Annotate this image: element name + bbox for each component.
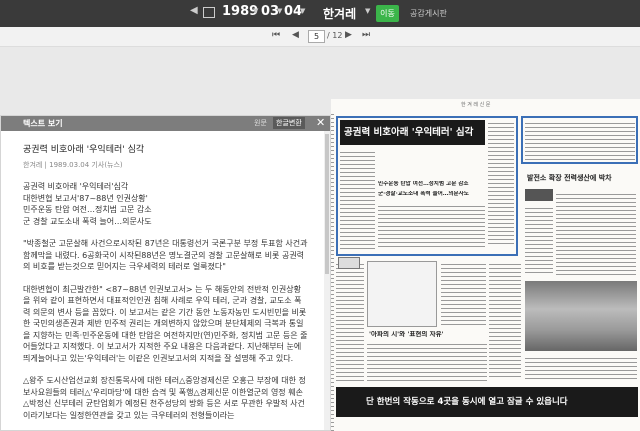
main-headline: 공권력 비호아래 '우익테러' 심각: [340, 120, 485, 145]
right-column-text: [525, 120, 635, 160]
calendar-icon[interactable]: [203, 7, 215, 18]
article-title: 공권력 비호아래 '우익테러' 심각: [23, 145, 145, 155]
text-view-title: 텍스트 보기: [23, 119, 63, 128]
chevron-down-icon: ▼: [365, 7, 371, 15]
article-subhead-1: 민주운동 탄압 여전…정치범 고문 감소: [378, 181, 469, 187]
lead-line: 군 경찰 교도소내 폭력 늘어…의문사도: [23, 216, 152, 226]
page-number-input[interactable]: 5: [308, 30, 325, 43]
cartoon-headline: '아파의 시'와 '표현의 자유': [369, 331, 444, 337]
article-paragraph: "박종철군 고문살해 사건으로시작된 87년은 대통령선거 국론구분 부정 투표…: [23, 239, 308, 271]
lead-line: 민주운동 탄압 여전…정치범 고문 감소: [23, 205, 152, 214]
side-article-logo-image: [525, 189, 553, 201]
last-page-icon[interactable]: ⏭: [362, 30, 370, 40]
next-page-icon[interactable]: ▶: [345, 30, 352, 40]
article-body-text: [378, 203, 485, 249]
chevron-down-icon: ▼: [277, 7, 283, 15]
side-headline: 발전소 확장 전력생산에 박차: [527, 174, 612, 182]
article-paragraph: △왕주 도시산업선교회 장진통목사에 대한 테러△중앙경제신문 오홍근 부장에 …: [23, 376, 306, 420]
side-article-text-left: [525, 205, 553, 276]
page-navigation-bar: ⏮ ◀ 5 / 12 ▶ ⏭: [0, 27, 640, 47]
newspaper-page-image[interactable]: 한 겨 레 신 문 공권력 비호아래 '우익테러' 심각 민주운동 탄압 여전……: [331, 99, 640, 431]
original-text-button[interactable]: 원문: [254, 118, 267, 128]
left-text-column: [331, 111, 334, 431]
photo-caption-text: [525, 355, 637, 381]
cartoon-column-logo: [338, 257, 360, 269]
lead-line: 공권력 비호아래 '우익테러'심각: [23, 182, 129, 191]
page-total: / 12: [327, 31, 343, 40]
editorial-cartoon-image: [367, 261, 437, 327]
article-meta: 한겨레 | 1989.03.04 기사(뉴스): [23, 160, 123, 169]
article-column-text: [340, 149, 375, 249]
advertisement-banner: 단 한번의 작동으로 4곳을 동시에 열고 잠글 수 있읍니다: [336, 387, 638, 417]
scrollbar-thumb[interactable]: [325, 134, 329, 274]
top-navigation-bar: ◀ 1989 ▼ 03 ▼ 04 ▼ 한겨레 ▼ 이동 공감게시판: [0, 0, 640, 27]
mid-column-text-2: [441, 261, 486, 327]
mid-column-text-3: [489, 261, 521, 379]
chevron-down-icon: ▼: [253, 7, 259, 15]
mid-column-text-4: [367, 341, 487, 381]
close-icon[interactable]: ✕: [316, 116, 325, 129]
article-paragraph: 대한변협이 최근발간한" <87~88년 인권보고서> 는 두 해동안의 전반적…: [23, 284, 308, 363]
text-view-panel: 텍스트 보기 원문 한글변환 ✕ 공권력 비호아래 '우익테러' 심각 한겨레 …: [0, 115, 331, 431]
power-plant-photo: [525, 281, 637, 351]
article-lead: 공권력 비호아래 '우익테러'심각 대한변협 보고서'87~88년 인권상황' …: [23, 181, 308, 227]
mid-column-text-1: [336, 261, 364, 381]
previous-page-icon[interactable]: ◀: [292, 30, 299, 40]
side-article-text: [556, 191, 636, 276]
first-page-icon[interactable]: ⏮: [272, 30, 280, 40]
article-text-body: 공권력 비호아래 '우익테러' 심각 한겨레 | 1989.03.04 기사(뉴…: [1, 131, 330, 421]
newspaper-masthead: 한 겨 레 신 문: [461, 102, 491, 108]
hangul-convert-button[interactable]: 한글변환: [273, 117, 305, 129]
chevron-down-icon: ▼: [300, 7, 306, 15]
newspaper-select[interactable]: 한겨레: [323, 5, 356, 22]
article-intro-text: [488, 120, 514, 245]
text-view-header: 텍스트 보기 원문 한글변환 ✕: [1, 116, 330, 131]
article-subhead-2: 군·경찰·교도소내 폭력 늘어…의문사도: [378, 191, 469, 197]
lead-line: 대한변협 보고서'87~88년 인권상황': [23, 193, 148, 203]
go-button[interactable]: 이동: [376, 5, 399, 22]
public-board-link[interactable]: 공감게시판: [410, 8, 447, 19]
previous-date-arrow-icon[interactable]: ◀: [190, 5, 198, 16]
